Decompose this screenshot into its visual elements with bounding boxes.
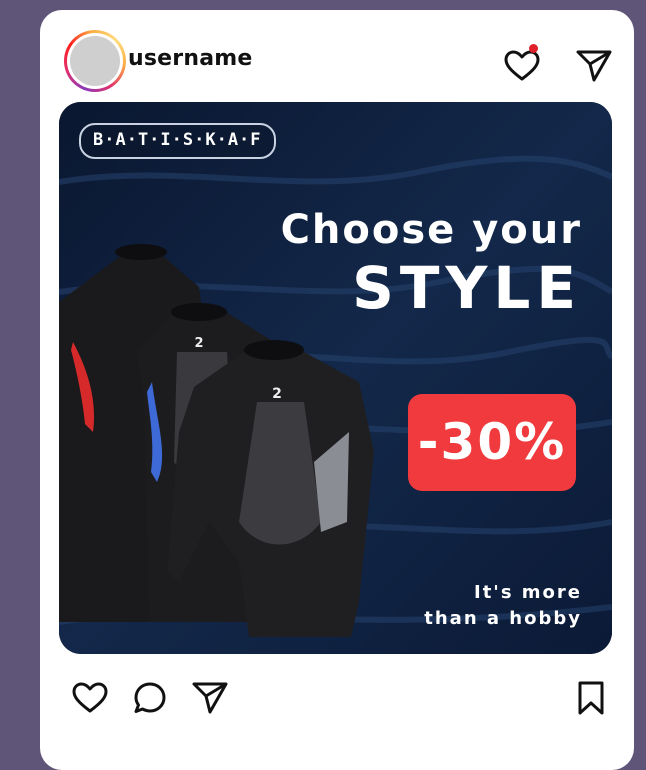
- heart-icon[interactable]: [502, 44, 542, 86]
- subline-1: It's more: [474, 582, 582, 603]
- bookmark-icon[interactable]: [571, 678, 611, 718]
- share-icon[interactable]: [190, 678, 230, 718]
- comment-icon[interactable]: [130, 678, 170, 718]
- post-card: username 2 2 B·A·T·I·S·K·A·F Choose your…: [40, 10, 634, 770]
- ad-banner[interactable]: 2 2 B·A·T·I·S·K·A·F Choose your STYLE -3…: [59, 102, 612, 654]
- post-header: username: [40, 10, 634, 102]
- avatar-image: [70, 36, 120, 86]
- like-icon[interactable]: [70, 678, 110, 718]
- subline-2: than a hobby: [424, 608, 582, 629]
- headline-line1: Choose your: [280, 207, 582, 253]
- headline-line2: STYLE: [352, 254, 582, 322]
- avatar[interactable]: [64, 30, 126, 92]
- subline: It's more than a hobby: [424, 580, 582, 632]
- username[interactable]: username: [128, 46, 252, 71]
- send-icon[interactable]: [574, 46, 614, 86]
- discount-badge: -30%: [408, 394, 576, 491]
- brand-logo: B·A·T·I·S·K·A·F: [79, 123, 276, 159]
- banner-artwork: 2 2: [59, 102, 612, 654]
- svg-text:2: 2: [194, 336, 203, 351]
- notification-dot: [529, 44, 538, 53]
- svg-text:2: 2: [272, 386, 282, 402]
